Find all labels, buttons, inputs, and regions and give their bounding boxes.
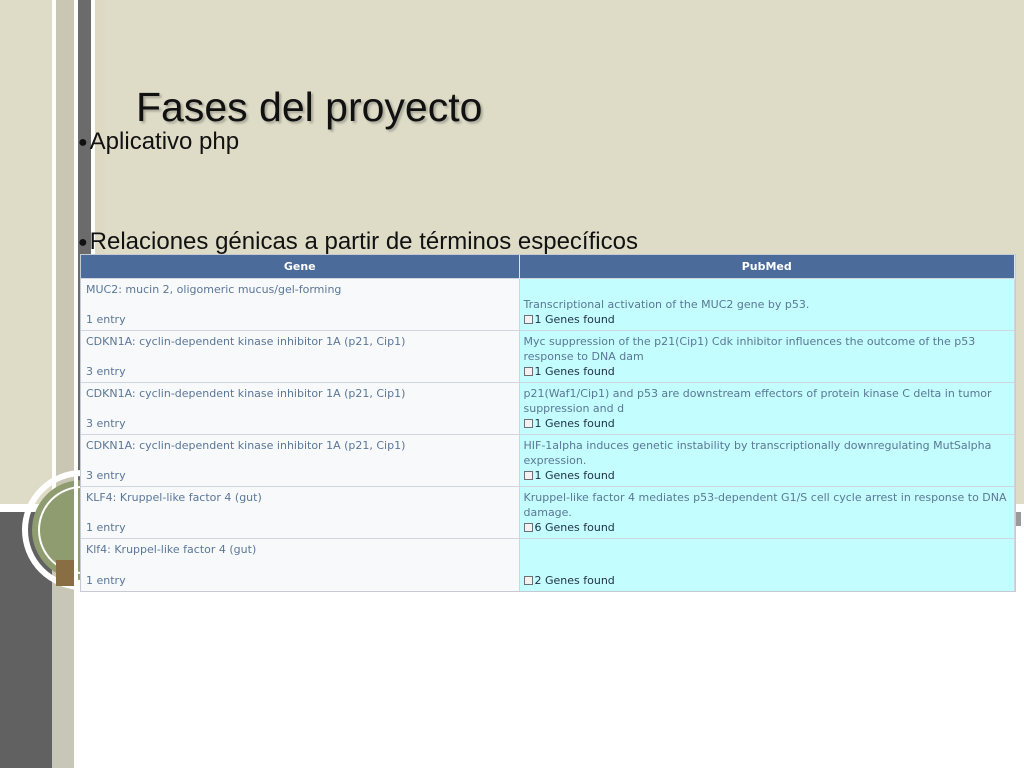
- genes-found-label: 2 Genes found: [534, 573, 615, 587]
- genes-found: 1 Genes found: [523, 468, 1011, 483]
- bullet-dot-icon: ●: [78, 133, 88, 151]
- genes-found-label: 1 Genes found: [534, 313, 615, 326]
- table-row: KLF4: Kruppel-like factor 4 (gut) 1 entr…: [81, 486, 1015, 539]
- gene-name[interactable]: CDKN1A: cyclin-dependent kinase inhibito…: [86, 387, 514, 401]
- bullet-dot-icon: ●: [78, 233, 88, 251]
- pubmed-title-link[interactable]: HIF-1alpha induces genetic instability b…: [524, 438, 1011, 468]
- gene-entry-count: 3 entry: [86, 417, 126, 430]
- genes-found: 6 Genes found: [523, 520, 1011, 535]
- gene-entry-count: 3 entry: [86, 469, 126, 482]
- pubmed-cell: Transcriptional activation of the MUC2 g…: [519, 278, 1015, 331]
- pubmed-title-link[interactable]: Myc suppression of the p21(Cip1) Cdk inh…: [524, 334, 1011, 364]
- pubmed-title-link[interactable]: Kruppel-like factor 4 mediates p53-depen…: [524, 490, 1011, 520]
- results-table-screenshot: Gene PubMed MUC2: mucin 2, oligomeric mu…: [80, 254, 1016, 592]
- bullet-text: Relaciones génicas a partir de términos …: [89, 228, 638, 255]
- genes-found-label: 6 Genes found: [534, 521, 615, 534]
- slide-title: Fases del proyecto: [136, 84, 483, 130]
- genes-found-checkbox[interactable]: [523, 315, 533, 324]
- gene-name[interactable]: MUC2: mucin 2, oligomeric mucus/gel-form…: [86, 283, 514, 297]
- gene-entry-count: 1 entry: [86, 573, 126, 587]
- gene-name[interactable]: Klf4: Kruppel-like factor 4 (gut): [86, 543, 514, 557]
- bullet-text: Aplicativo php: [89, 128, 240, 155]
- pubmed-title-link[interactable]: Transcriptional activation of the MUC2 g…: [524, 297, 1011, 312]
- genes-found-checkbox[interactable]: [523, 419, 533, 428]
- gene-cell: KLF4: Kruppel-like factor 4 (gut) 1 entr…: [81, 486, 520, 539]
- table-row: CDKN1A: cyclin-dependent kinase inhibito…: [81, 382, 1015, 435]
- pubmed-cell: 2 Genes found: [519, 538, 1015, 591]
- pubmed-cell: Myc suppression of the p21(Cip1) Cdk inh…: [519, 330, 1015, 383]
- gene-entry-count: 3 entry: [86, 365, 126, 378]
- gene-cell: MUC2: mucin 2, oligomeric mucus/gel-form…: [81, 278, 520, 331]
- column-header-pubmed[interactable]: PubMed: [519, 255, 1015, 279]
- table-row: CDKN1A: cyclin-dependent kinase inhibito…: [81, 434, 1015, 487]
- gene-cell: Klf4: Kruppel-like factor 4 (gut) 1 entr…: [81, 538, 520, 591]
- pubmed-cell: Kruppel-like factor 4 mediates p53-depen…: [519, 486, 1015, 539]
- gene-cell: CDKN1A: cyclin-dependent kinase inhibito…: [81, 382, 520, 435]
- genes-found-checkbox[interactable]: [523, 575, 533, 585]
- genes-found-label: 1 Genes found: [534, 417, 615, 430]
- results-table: Gene PubMed MUC2: mucin 2, oligomeric mu…: [81, 255, 1015, 591]
- gene-name[interactable]: CDKN1A: cyclin-dependent kinase inhibito…: [86, 335, 514, 349]
- slide-decor-block: [56, 560, 74, 586]
- slide-decor-stripe: [74, 0, 78, 768]
- bullet-item: ●Aplicativo php: [78, 128, 239, 156]
- pubmed-cell: HIF-1alpha induces genetic instability b…: [519, 434, 1015, 487]
- gene-cell: CDKN1A: cyclin-dependent kinase inhibito…: [81, 330, 520, 383]
- gene-name[interactable]: KLF4: Kruppel-like factor 4 (gut): [86, 491, 514, 505]
- gene-cell: CDKN1A: cyclin-dependent kinase inhibito…: [81, 434, 520, 487]
- genes-found: 2 Genes found: [523, 573, 1011, 588]
- genes-found-label: 1 Genes found: [534, 365, 615, 378]
- genes-found: 1 Genes found: [523, 364, 1011, 379]
- genes-found-checkbox[interactable]: [523, 367, 533, 376]
- table-row: MUC2: mucin 2, oligomeric mucus/gel-form…: [81, 278, 1015, 331]
- bullet-item: ●Relaciones génicas a partir de términos…: [78, 228, 638, 256]
- gene-entry-count: 1 entry: [86, 521, 126, 534]
- genes-found-checkbox[interactable]: [523, 471, 533, 480]
- genes-found: 1 Genes found: [523, 416, 1011, 431]
- genes-found: 1 Genes found: [523, 312, 1011, 327]
- column-header-gene[interactable]: Gene: [81, 255, 520, 279]
- slide-decor-mark: [1016, 512, 1021, 526]
- table-row: Klf4: Kruppel-like factor 4 (gut) 1 entr…: [81, 538, 1015, 591]
- table-header-row: Gene PubMed: [81, 255, 1015, 279]
- gene-name[interactable]: CDKN1A: cyclin-dependent kinase inhibito…: [86, 439, 514, 453]
- table-row: CDKN1A: cyclin-dependent kinase inhibito…: [81, 330, 1015, 383]
- pubmed-cell: p21(Waf1/Cip1) and p53 are downstream ef…: [519, 382, 1015, 435]
- pubmed-title-link[interactable]: p21(Waf1/Cip1) and p53 are downstream ef…: [524, 386, 1011, 416]
- genes-found-label: 1 Genes found: [534, 469, 615, 482]
- genes-found-checkbox[interactable]: [523, 523, 533, 532]
- gene-entry-count: 1 entry: [86, 313, 126, 326]
- slide-decor-stripe: [56, 0, 74, 512]
